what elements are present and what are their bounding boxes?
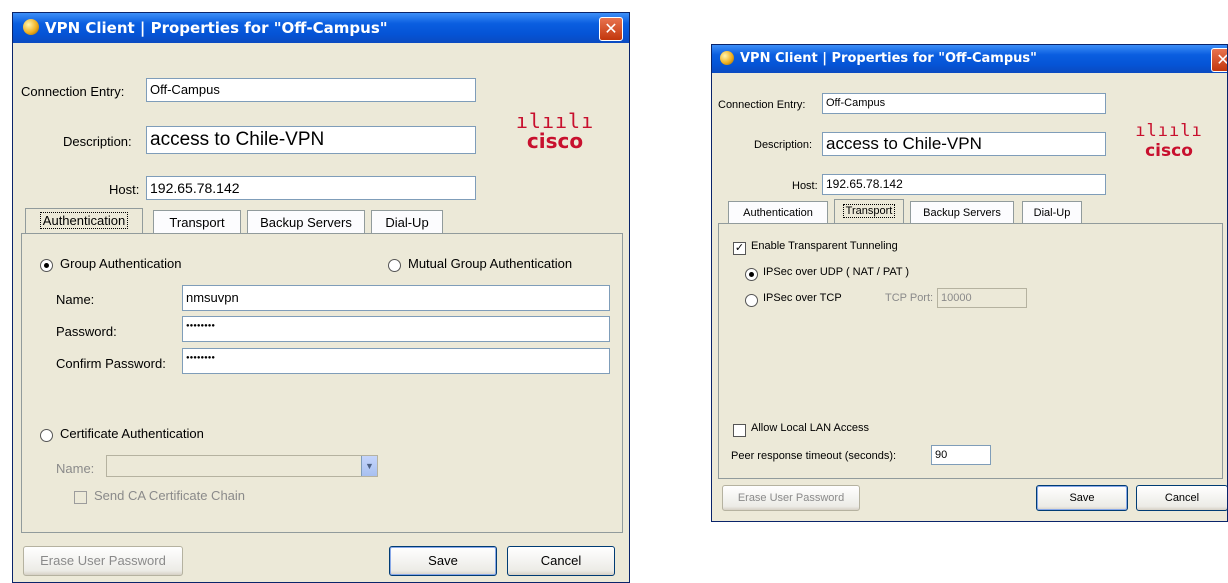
certificate-name-select[interactable]: ▼: [106, 455, 378, 477]
vpn-properties-dialog-transport: VPN Client | Properties for "Off-Campus"…: [711, 44, 1228, 522]
enable-tunneling-checkbox[interactable]: ✓: [733, 242, 746, 255]
cancel-button[interactable]: Cancel: [507, 546, 615, 576]
send-ca-checkbox[interactable]: [74, 491, 87, 504]
tab-dial-up[interactable]: Dial-Up: [371, 210, 443, 234]
tab-transport[interactable]: Transport: [153, 210, 241, 234]
window-title: VPN Client | Properties for "Off-Campus": [740, 51, 1037, 66]
cisco-logo: ılıılı cisco: [1124, 121, 1214, 161]
cisco-logo-word: cisco: [526, 129, 584, 153]
save-button[interactable]: Save: [1036, 485, 1128, 511]
host-label: Host:: [109, 182, 140, 197]
tab-authentication[interactable]: Authentication: [728, 201, 828, 223]
window-title: VPN Client | Properties for "Off-Campus": [45, 19, 388, 37]
host-field[interactable]: 192.65.78.142: [822, 174, 1106, 195]
connection-entry-field[interactable]: Off-Campus: [146, 78, 476, 102]
erase-user-password-button[interactable]: Erase User Password: [722, 485, 860, 511]
transport-panel: ✓ Enable Transparent Tunneling IPSec ove…: [718, 223, 1223, 479]
certificate-auth-label[interactable]: Certificate Authentication: [60, 426, 204, 441]
tab-backup-servers[interactable]: Backup Servers: [910, 201, 1014, 223]
tab-authentication[interactable]: Authentication: [25, 208, 143, 234]
cisco-logo-bars: ılıılı: [515, 109, 595, 133]
peer-timeout-field[interactable]: 90: [931, 445, 991, 465]
description-field[interactable]: access to Chile-VPN: [146, 126, 476, 154]
close-button[interactable]: ✕: [1211, 48, 1227, 72]
password-field[interactable]: ●●●●●●●●: [182, 316, 610, 342]
group-auth-radio[interactable]: [40, 259, 53, 272]
host-label: Host:: [792, 180, 818, 192]
certificate-auth-radio[interactable]: [40, 429, 53, 442]
connection-entry-field[interactable]: Off-Campus: [822, 93, 1106, 114]
chevron-down-icon[interactable]: ▼: [361, 456, 377, 476]
group-auth-label[interactable]: Group Authentication: [60, 256, 181, 271]
connection-entry-label: Connection Entry:: [718, 99, 806, 111]
tab-dial-up[interactable]: Dial-Up: [1022, 201, 1082, 223]
connection-entry-label: Connection Entry:: [21, 84, 125, 99]
vpn-lock-icon: [720, 51, 734, 65]
close-button[interactable]: ✕: [599, 17, 623, 41]
password-label: Password:: [56, 324, 117, 339]
ipsec-udp-radio[interactable]: [745, 268, 758, 281]
description-label: Description:: [63, 134, 132, 149]
description-field[interactable]: access to Chile-VPN: [822, 132, 1106, 156]
ipsec-tcp-label[interactable]: IPSec over TCP: [763, 292, 842, 304]
title-bar[interactable]: VPN Client | Properties for "Off-Campus"…: [13, 13, 629, 43]
authentication-panel: Group Authentication Mutual Group Authen…: [21, 233, 623, 533]
cisco-logo-word: cisco: [1145, 141, 1193, 161]
host-field[interactable]: 192.65.78.142: [146, 176, 476, 200]
title-bar[interactable]: VPN Client | Properties for "Off-Campus"…: [712, 45, 1227, 73]
cisco-logo-bars: ılıılı: [1135, 121, 1203, 141]
tcp-port-label: TCP Port:: [885, 292, 934, 304]
description-label: Description:: [754, 139, 813, 151]
tcp-port-field[interactable]: 10000: [937, 288, 1027, 308]
name-label: Name:: [56, 292, 95, 307]
confirm-password-field[interactable]: ●●●●●●●●: [182, 348, 610, 374]
confirm-password-label: Confirm Password:: [56, 356, 166, 371]
certificate-name-label: Name:: [56, 461, 95, 476]
name-field[interactable]: nmsuvpn: [182, 285, 610, 311]
tab-backup-servers[interactable]: Backup Servers: [247, 210, 365, 234]
send-ca-label[interactable]: Send CA Certificate Chain: [94, 488, 245, 503]
enable-tunneling-label[interactable]: Enable Transparent Tunneling: [751, 240, 898, 252]
allow-local-lan-checkbox[interactable]: [733, 424, 746, 437]
erase-user-password-button[interactable]: Erase User Password: [23, 546, 183, 576]
ipsec-udp-label[interactable]: IPSec over UDP ( NAT / PAT ): [763, 266, 909, 278]
allow-local-lan-label[interactable]: Allow Local LAN Access: [751, 422, 869, 434]
save-button[interactable]: Save: [389, 546, 497, 576]
cancel-button[interactable]: Cancel: [1136, 485, 1227, 511]
peer-timeout-label: Peer response timeout (seconds):: [731, 450, 897, 462]
mutual-group-auth-radio[interactable]: [388, 259, 401, 272]
tab-transport[interactable]: Transport: [834, 199, 904, 223]
vpn-lock-icon: [23, 19, 39, 35]
ipsec-tcp-radio[interactable]: [745, 294, 758, 307]
cisco-logo: ılıılı cisco: [505, 111, 605, 151]
mutual-group-auth-label[interactable]: Mutual Group Authentication: [408, 256, 572, 271]
vpn-properties-dialog-authentication: VPN Client | Properties for "Off-Campus"…: [12, 12, 630, 583]
